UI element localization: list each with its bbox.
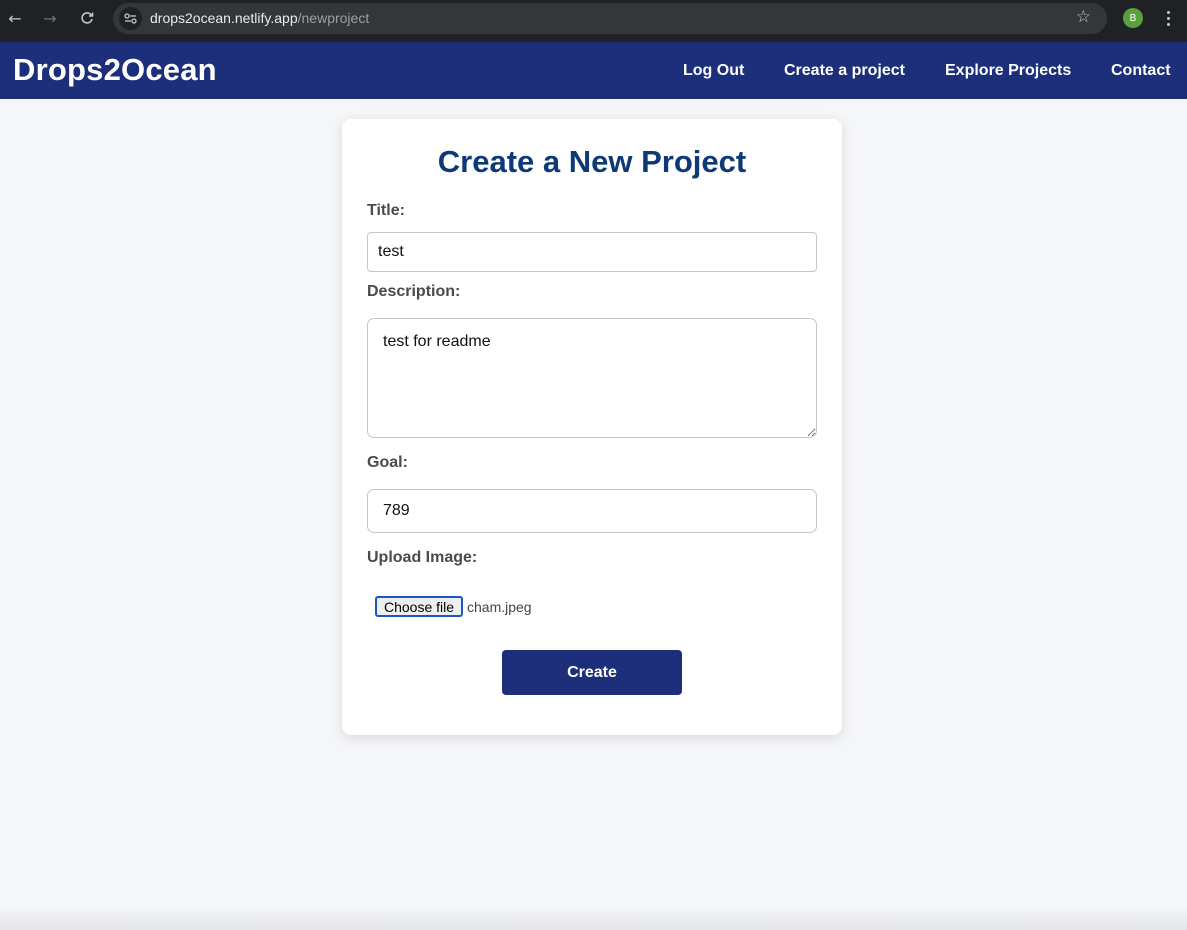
url-domain: drops2ocean.netlify.app <box>150 10 298 26</box>
url-path: /newproject <box>297 10 370 26</box>
page-title: Create a New Project <box>437 144 747 179</box>
choose-file-button[interactable]: Choose file <box>375 596 463 617</box>
create-project-card: Create a New Project Title: Description:… <box>342 119 842 735</box>
description-label: Description: <box>367 283 461 300</box>
address-bar[interactable]: drops2ocean.netlify.app/newproject ☆ <box>113 3 1107 34</box>
page-bottom-shade <box>0 906 1187 930</box>
goal-label: Goal: <box>367 454 408 471</box>
description-textarea[interactable]: test for readme <box>367 318 817 438</box>
profile-avatar[interactable]: B <box>1123 8 1143 28</box>
create-button[interactable]: Create <box>502 650 682 695</box>
browser-toolbar: ← → drops2ocean.netlify.app/newproject ☆… <box>0 0 1187 42</box>
title-input[interactable] <box>367 232 817 272</box>
back-icon[interactable]: ← <box>6 9 24 28</box>
menu-icon[interactable] <box>1162 8 1174 28</box>
goal-input[interactable] <box>367 489 817 533</box>
reload-icon[interactable] <box>78 9 96 27</box>
upload-image-label: Upload Image: <box>367 549 478 566</box>
forward-icon[interactable]: → <box>41 9 59 28</box>
brand-logo[interactable]: Drops2Ocean <box>13 52 217 88</box>
site-settings-icon[interactable] <box>119 7 142 30</box>
nav-create-project[interactable]: Create a project <box>784 62 905 80</box>
nav-contact[interactable]: Contact <box>1111 62 1171 80</box>
nav-log-out[interactable]: Log Out <box>683 62 744 80</box>
url-text[interactable]: drops2ocean.netlify.app/newproject <box>150 10 369 26</box>
file-upload: Choose file cham.jpeg <box>375 596 532 617</box>
selected-file-name: cham.jpeg <box>467 598 532 615</box>
site-header: Drops2Ocean Log Out Create a project Exp… <box>0 42 1187 99</box>
title-label: Title: <box>367 202 405 219</box>
star-icon[interactable]: ☆ <box>1076 7 1091 27</box>
nav-explore-projects[interactable]: Explore Projects <box>945 62 1071 80</box>
